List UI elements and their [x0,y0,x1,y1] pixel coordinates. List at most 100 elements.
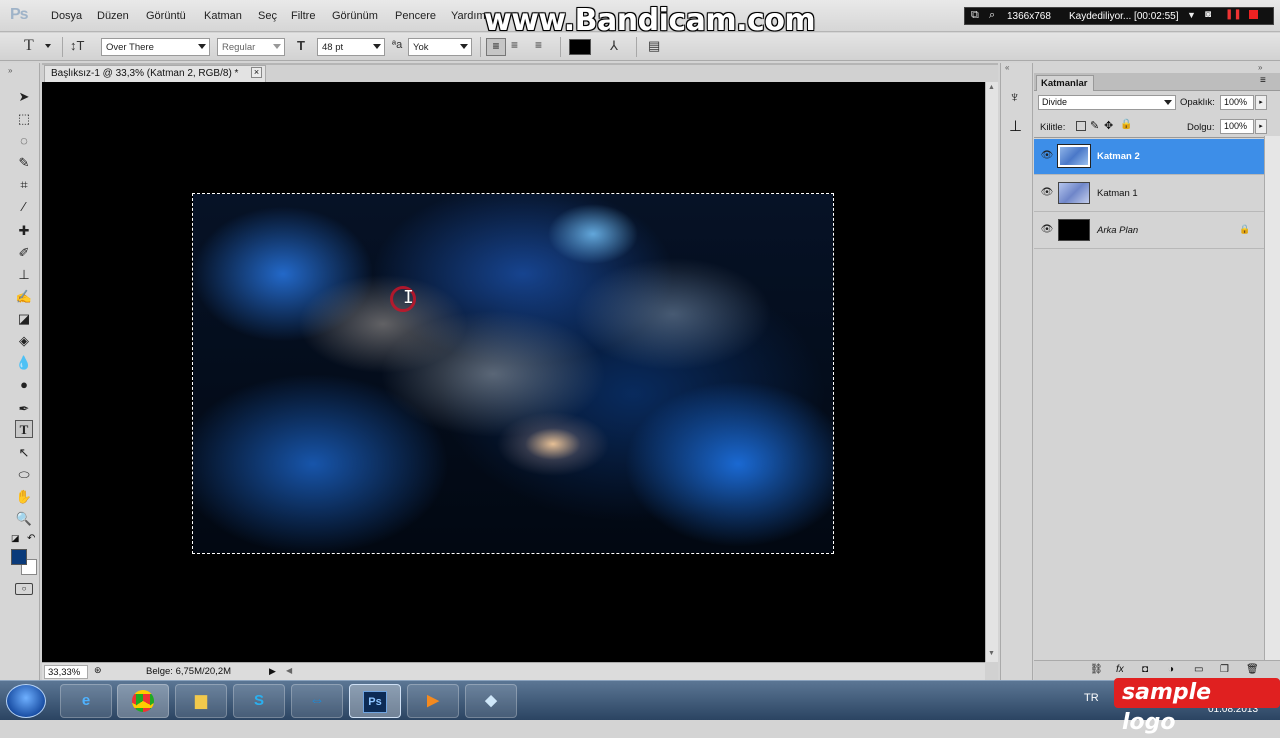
trash-icon[interactable]: 🗑 [1246,664,1259,675]
photoshop-taskbar-icon[interactable]: Ps [349,684,401,718]
quick-mask-icon[interactable]: ○ [15,583,33,595]
lock-position-icon[interactable]: ✥ [1104,119,1113,132]
chevron-down-icon[interactable]: ▼ [1187,10,1196,20]
panel-menu-icon[interactable]: ≡ [1260,75,1266,86]
lock-pixels-icon[interactable]: ✎ [1090,119,1099,132]
dodge-tool-icon[interactable]: ● [15,376,33,394]
fill-field[interactable]: 100% [1220,119,1254,134]
lock-all-icon[interactable]: 🔒 [1120,119,1132,130]
blur-tool-icon[interactable]: 💧 [15,354,33,372]
menu-pencere[interactable]: Pencere [395,10,436,22]
zoom-field[interactable]: 33,33% [44,665,88,679]
collapse-panel-icon[interactable]: » [8,66,12,75]
scroll-down-icon[interactable]: ▼ [988,650,995,657]
font-style-select[interactable]: Regular [217,38,285,56]
actions-panel-icon[interactable]: ⊥ [1009,117,1022,135]
new-layer-icon[interactable]: ❐ [1220,664,1229,675]
crop-tool-icon[interactable]: ⌗ [15,176,33,194]
swap-colors-icon[interactable]: ↶ [27,533,35,544]
window-icon[interactable]: ⧉ [971,9,979,22]
hand-tool-icon[interactable]: ✋ [15,488,33,506]
nebula-image[interactable] [192,193,834,554]
link-layers-icon[interactable]: ⛓ [1090,664,1103,675]
fill-slider-icon[interactable]: ▸ [1255,119,1267,134]
status-settings-icon[interactable]: ⊛ [94,665,102,676]
layers-tab[interactable]: Katmanlar [1036,75,1094,91]
path-select-tool-icon[interactable]: ↖ [15,444,33,462]
brush-tool-icon[interactable]: ✐ [15,244,33,262]
menu-duzen[interactable]: Düzen [97,10,129,22]
expand-panels-icon[interactable]: « [1005,63,1009,72]
menu-yardim[interactable]: Yardım [451,10,486,22]
quick-select-tool-icon[interactable]: ✎ [15,154,33,172]
lasso-tool-icon[interactable]: ◌ [15,132,33,150]
text-tool-icon[interactable]: T [24,37,34,55]
eye-icon[interactable]: 👁 [1040,150,1054,162]
menu-dosya[interactable]: Dosya [51,10,82,22]
internet-explorer-icon[interactable]: e [60,684,112,718]
start-button[interactable] [6,684,46,718]
eye-icon[interactable]: 👁 [1040,187,1054,199]
layer-row-arka-plan[interactable]: 👁 Arka Plan 🔒 [1034,213,1264,249]
menu-sec[interactable]: Seç [258,10,277,22]
layer-mask-icon[interactable]: ◘ [1142,664,1148,675]
history-brush-tool-icon[interactable]: ✍ [15,288,33,306]
search-icon[interactable]: ⌕ [989,9,995,22]
warp-text-icon[interactable]: ⅄ [610,38,618,54]
foreground-color-swatch[interactable] [11,549,27,565]
tool-preset-arrow-icon[interactable] [45,44,51,48]
opacity-field[interactable]: 100% [1220,95,1254,110]
eye-icon[interactable]: 👁 [1040,224,1054,236]
camera-icon[interactable]: ◙ [1205,9,1211,20]
text-orientation-icon[interactable]: ↕T [70,38,84,53]
file-explorer-icon[interactable]: ▆ [175,684,227,718]
font-family-select[interactable]: Over There [101,38,210,56]
eyedropper-tool-icon[interactable]: ⁄ [15,198,33,216]
move-tool-icon[interactable]: ➤ [15,88,33,106]
pause-icon[interactable]: ❚❚ [1225,9,1242,20]
type-tool-icon[interactable]: T [15,420,33,438]
chrome-icon[interactable] [117,684,169,718]
zoom-tool-icon[interactable]: 🔍 [15,510,33,528]
eraser-tool-icon[interactable]: ◪ [15,310,33,328]
font-size-select[interactable]: 48 pt [317,38,385,56]
media-player-icon[interactable]: ▶ [407,684,459,718]
stop-icon[interactable] [1249,10,1258,19]
pen-tool-icon[interactable]: ✒ [15,400,33,418]
eraser-app-icon[interactable]: ◆ [465,684,517,718]
antialias-select[interactable]: Yok [408,38,472,56]
status-menu-arrow-icon[interactable]: ▶ [269,666,276,677]
vertical-scrollbar[interactable]: ▲ ▼ [985,82,998,662]
skype-icon[interactable]: S [233,684,285,718]
layers-scrollbar[interactable] [1264,136,1280,660]
opacity-slider-icon[interactable]: ▸ [1255,95,1267,110]
close-icon[interactable]: × [251,67,262,78]
menu-katman[interactable]: Katman [204,10,242,22]
align-right-icon[interactable]: ≡ [535,38,542,52]
scroll-left-icon[interactable]: ◀ [286,666,292,675]
scroll-up-icon[interactable]: ▲ [988,84,995,91]
document-tab[interactable]: Başlıksız-1 @ 33,3% (Katman 2, RGB/8) * … [44,65,266,82]
paint-bucket-tool-icon[interactable]: ◈ [15,332,33,350]
marquee-tool-icon[interactable]: ⬚ [15,110,33,128]
language-indicator[interactable]: TR [1084,692,1099,704]
clone-stamp-tool-icon[interactable]: ⊥ [15,266,33,284]
teamviewer-icon[interactable]: ⇔ [291,684,343,718]
layer-row-katman-1[interactable]: 👁 Katman 1 [1034,176,1264,212]
layer-row-katman-2[interactable]: 👁 Katman 2 [1034,139,1264,175]
collapse-layers-icon[interactable]: » [1258,63,1262,72]
adjustment-layer-icon[interactable]: ◑ [1168,664,1174,675]
fx-icon[interactable]: fx [1116,664,1124,675]
align-left-icon[interactable]: ≡ [486,38,506,56]
default-colors-icon[interactable]: ◪ [11,533,20,544]
new-group-icon[interactable]: ▭ [1194,664,1203,675]
menu-gorunum[interactable]: Görünüm [332,10,378,22]
history-panel-icon[interactable]: ♆ [1009,89,1020,106]
align-center-icon[interactable]: ≡ [511,38,518,52]
shape-tool-icon[interactable]: ⬭ [15,466,33,484]
character-panel-icon[interactable]: ▤ [648,38,660,54]
lock-transparency-icon[interactable] [1076,121,1086,131]
menu-goruntu[interactable]: Görüntü [146,10,186,22]
blend-mode-select[interactable]: Divide [1038,95,1176,110]
healing-brush-tool-icon[interactable]: ✚ [15,222,33,240]
